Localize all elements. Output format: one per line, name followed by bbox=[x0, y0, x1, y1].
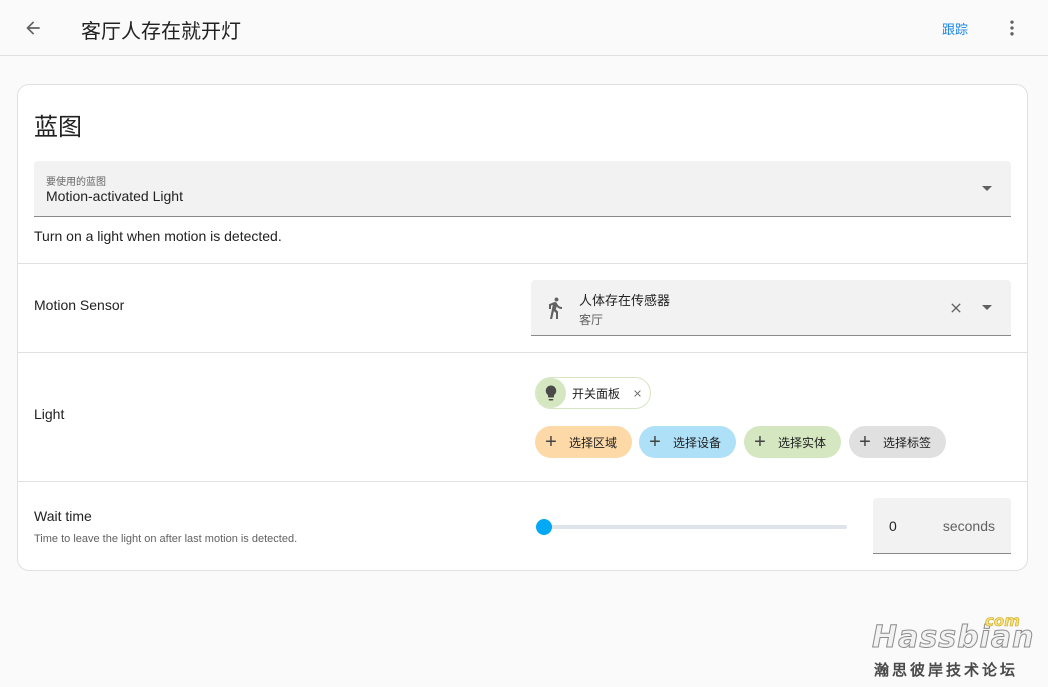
chip-label: 选择区域 bbox=[569, 435, 618, 450]
blueprint-select-label: 要使用的蓝图 bbox=[46, 177, 106, 188]
slider-track bbox=[542, 525, 847, 529]
clear-button[interactable] bbox=[945, 297, 967, 319]
card-title: 蓝图 bbox=[34, 114, 82, 141]
wait-time-label: Wait time bbox=[34, 508, 92, 524]
blueprint-card: 蓝图 要使用的蓝图 Motion-activated Light Turn on… bbox=[17, 84, 1028, 571]
motion-sensor-label: Motion Sensor bbox=[34, 297, 125, 313]
divider bbox=[18, 481, 1027, 482]
light-label: Light bbox=[34, 406, 65, 422]
selected-light-chip[interactable]: 开关面板 bbox=[535, 377, 651, 409]
plus-icon: + bbox=[649, 430, 661, 453]
top-app-bar: 客厅人存在就开灯 跟踪 bbox=[0, 0, 1048, 56]
back-button[interactable] bbox=[18, 13, 48, 43]
dots-vertical-icon bbox=[1010, 20, 1014, 36]
selected-light-name: 开关面板 bbox=[572, 386, 621, 401]
add-label-chip[interactable]: + 选择标签 bbox=[849, 426, 946, 458]
add-entity-chip[interactable]: + 选择实体 bbox=[744, 426, 841, 458]
add-device-chip[interactable]: + 选择设备 bbox=[639, 426, 736, 458]
motion-sensor-entity-area: 客厅 bbox=[579, 313, 604, 327]
blueprint-description: Turn on a light when motion is detected. bbox=[34, 228, 282, 244]
wait-time-unit: seconds bbox=[942, 518, 995, 534]
add-area-chip[interactable]: + 选择区域 bbox=[535, 426, 632, 458]
divider bbox=[18, 263, 1027, 264]
chip-label: 选择设备 bbox=[673, 435, 722, 450]
blueprint-select[interactable]: 要使用的蓝图 Motion-activated Light bbox=[34, 161, 1011, 217]
plus-icon: + bbox=[859, 430, 871, 453]
wait-time-description: Time to leave the light on after last mo… bbox=[34, 533, 298, 545]
wait-time-slider[interactable] bbox=[536, 515, 848, 539]
close-icon bbox=[951, 303, 961, 313]
wait-time-value: 0 bbox=[889, 518, 897, 534]
page-title: 客厅人存在就开灯 bbox=[81, 21, 241, 43]
motion-sensor-entity-name: 人体存在传感器 bbox=[579, 293, 671, 308]
dropdown-arrow-icon bbox=[982, 186, 992, 191]
chip-label: 选择实体 bbox=[778, 435, 827, 450]
motion-sensor-icon bbox=[549, 297, 562, 319]
slider-thumb[interactable] bbox=[536, 519, 552, 535]
divider bbox=[18, 352, 1027, 353]
chip-label: 选择标签 bbox=[883, 435, 932, 450]
plus-icon: + bbox=[545, 430, 557, 453]
arrow-left-icon bbox=[26, 21, 40, 35]
dropdown-arrow-icon bbox=[982, 305, 992, 310]
remove-light-button[interactable] bbox=[630, 386, 644, 400]
watermark-subtitle: 瀚思彼岸技术论坛 bbox=[874, 662, 1019, 679]
close-icon bbox=[633, 389, 641, 397]
wait-time-input[interactable]: 0 seconds bbox=[873, 498, 1011, 554]
plus-icon: + bbox=[754, 430, 766, 453]
overflow-menu-button[interactable] bbox=[998, 14, 1026, 42]
blueprint-select-value: Motion-activated Light bbox=[46, 188, 183, 204]
watermark-tld: com bbox=[985, 612, 1020, 631]
watermark-logo: Hassbian com 瀚思彼岸技术论坛 bbox=[871, 612, 1042, 682]
trace-link[interactable]: 跟踪 bbox=[942, 19, 968, 38]
motion-sensor-picker[interactable]: 人体存在传感器 客厅 bbox=[531, 280, 1011, 336]
lightbulb-icon bbox=[536, 378, 566, 408]
